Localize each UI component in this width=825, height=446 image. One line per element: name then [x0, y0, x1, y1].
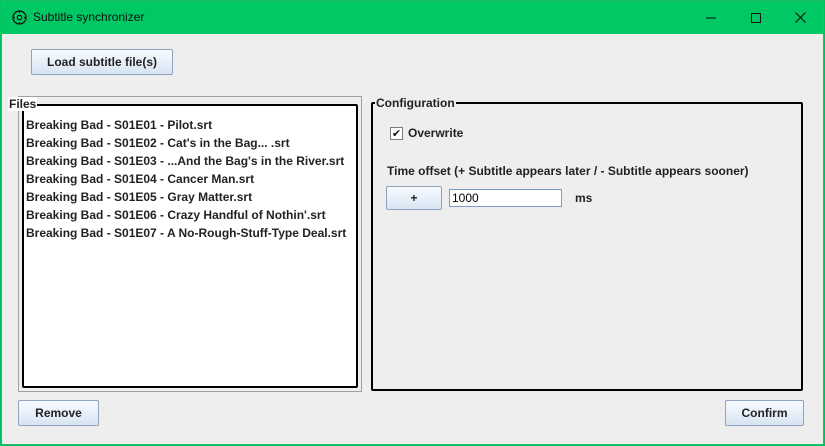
- time-offset-input[interactable]: [449, 189, 562, 207]
- minimize-button[interactable]: [688, 1, 734, 34]
- list-item[interactable]: Breaking Bad - S01E05 - Gray Matter.srt: [26, 188, 346, 206]
- configuration-legend: Configuration: [375, 96, 456, 110]
- list-item[interactable]: Breaking Bad - S01E07 - A No-Rough-Stuff…: [26, 224, 346, 242]
- maximize-icon: [751, 12, 761, 23]
- offset-sign-button[interactable]: +: [386, 186, 442, 210]
- checkmark-icon: ✔: [391, 127, 402, 140]
- synchronizer-gear-icon: [12, 10, 27, 25]
- offset-unit-label: ms: [575, 191, 593, 205]
- files-legend: Files: [8, 97, 38, 111]
- minimize-icon: [706, 17, 716, 18]
- maximize-button[interactable]: [733, 1, 779, 34]
- load-subtitle-files-button[interactable]: Load subtitle file(s): [31, 49, 173, 75]
- overwrite-checkbox[interactable]: ✔: [390, 127, 403, 140]
- list-item[interactable]: Breaking Bad - S01E03 - ...And the Bag's…: [26, 152, 346, 170]
- list-item[interactable]: Breaking Bad - S01E02 - Cat's in the Bag…: [26, 134, 346, 152]
- remove-button[interactable]: Remove: [18, 400, 99, 426]
- time-offset-label: Time offset (+ Subtitle appears later / …: [387, 164, 749, 178]
- close-icon: [794, 12, 806, 23]
- confirm-button[interactable]: Confirm: [725, 400, 804, 426]
- list-item[interactable]: Breaking Bad - S01E04 - Cancer Man.srt: [26, 170, 346, 188]
- overwrite-label[interactable]: Overwrite: [408, 126, 463, 140]
- title-bar[interactable]: Subtitle synchronizer: [2, 1, 823, 34]
- file-list[interactable]: Breaking Bad - S01E01 - Pilot.srt Breaki…: [26, 116, 346, 242]
- list-item[interactable]: Breaking Bad - S01E01 - Pilot.srt: [26, 116, 346, 134]
- close-button[interactable]: [777, 1, 823, 34]
- configuration-group: [371, 102, 803, 391]
- window-title: Subtitle synchronizer: [33, 10, 145, 24]
- list-item[interactable]: Breaking Bad - S01E06 - Crazy Handful of…: [26, 206, 346, 224]
